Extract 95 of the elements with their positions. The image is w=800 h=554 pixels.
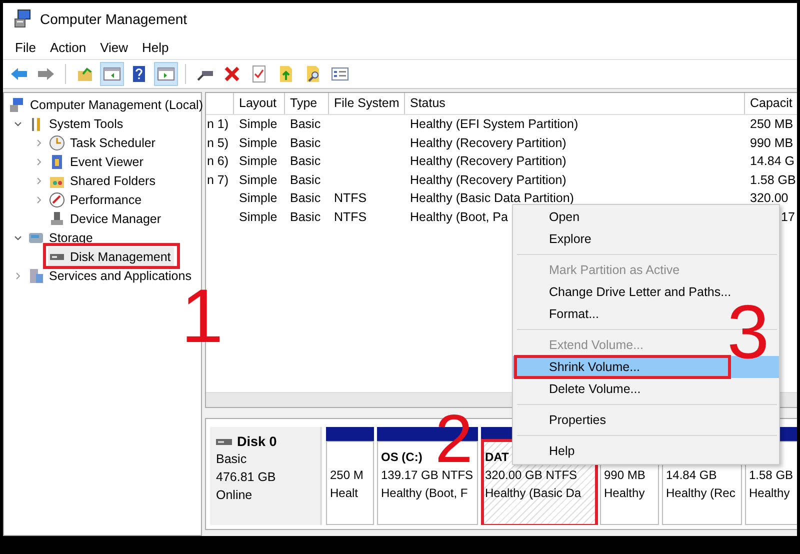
tree-item[interactable]: Storage <box>27 228 96 247</box>
table-cell: 250 MB <box>750 117 794 131</box>
partition-size: 990 MB <box>604 467 646 484</box>
partition-status: Healthy <box>604 485 645 502</box>
partition-size: 250 M <box>330 467 364 484</box>
menu-item[interactable]: Properties <box>513 409 779 431</box>
partition-status: Healthy (Boot, F <box>381 485 468 502</box>
table-cell: Basic <box>290 154 321 168</box>
menu-item[interactable]: Action <box>44 38 94 56</box>
document-search-icon <box>304 65 322 83</box>
toolbar-button[interactable] <box>154 62 178 86</box>
computer-management-icon <box>13 9 33 29</box>
partition-size: 14.84 GB <box>666 467 717 484</box>
table-cell: n 1) <box>207 117 229 131</box>
book-icon <box>49 154 65 170</box>
tree-item[interactable]: Disk Management <box>48 247 174 266</box>
tree-item[interactable]: System Tools <box>27 114 126 133</box>
tree-item[interactable]: Task Scheduler <box>48 133 158 152</box>
table-cell: 17 <box>781 210 795 224</box>
menu-item[interactable]: View <box>94 38 136 56</box>
table-cell: Basic <box>290 191 321 205</box>
partition-status: Healt <box>330 485 358 502</box>
column-header[interactable]: Layout <box>234 93 285 114</box>
table-cell: Simple <box>239 136 278 150</box>
table-cell: 14.84 G <box>750 154 794 168</box>
gauge-icon <box>49 192 65 208</box>
list-icon <box>331 65 349 83</box>
table-cell: n 7) <box>207 172 229 186</box>
pane-icon <box>157 65 175 83</box>
toolbar-button[interactable] <box>100 62 124 86</box>
table-cell: n 6) <box>207 154 229 168</box>
disk-size: 476.81 GB <box>216 469 276 486</box>
partition-status: Healthy (Rec <box>666 485 736 502</box>
column-header[interactable]: Status <box>405 93 745 114</box>
help-icon <box>130 65 148 83</box>
delete-icon <box>223 65 241 83</box>
partition-label: OS (C:) <box>381 449 422 466</box>
tree-item[interactable]: Services and Applications <box>27 266 194 285</box>
table-cell: Simple <box>239 210 278 224</box>
forward-arrow-icon <box>37 65 55 83</box>
table-cell: Simple <box>239 117 278 131</box>
pane-icon <box>103 65 121 83</box>
table-cell: Basic <box>290 136 321 150</box>
server-icon <box>28 268 44 284</box>
partition-size: 320.00 GB NTFS <box>485 467 578 484</box>
tree-item[interactable]: Shared Folders <box>48 171 158 190</box>
table-cell: 1.58 GB <box>750 172 796 186</box>
partition-block[interactable]: 250 M Healt <box>326 441 374 525</box>
tree-item[interactable]: Computer Management (Local) <box>8 95 206 114</box>
table-cell: Healthy (Recovery Partition) <box>410 154 566 168</box>
folder-up-icon <box>76 65 94 83</box>
window-title: Computer Management <box>40 11 188 27</box>
tree-item[interactable]: Performance <box>48 190 145 209</box>
column-header[interactable]: Capacit <box>745 93 797 114</box>
disk-name: Disk 0 <box>237 433 277 450</box>
disk-type: Basic <box>216 451 247 468</box>
menu-item[interactable]: Open <box>513 206 779 228</box>
table-cell: Basic <box>290 172 321 186</box>
table-cell: Basic <box>290 117 321 131</box>
step-number: 1 <box>181 285 224 350</box>
clock-icon <box>49 134 65 150</box>
partition-size: 1.58 GB <box>749 467 794 484</box>
column-header[interactable]: Type <box>285 93 329 114</box>
table-cell: Healthy (Recovery Partition) <box>410 136 566 150</box>
table-cell: NTFS <box>334 191 367 205</box>
table-cell: Healthy (Recovery Partition) <box>410 172 566 186</box>
menu-item[interactable]: Explore <box>513 228 779 250</box>
computer-icon <box>9 96 25 112</box>
back-arrow-icon <box>10 65 28 83</box>
table-cell: Healthy (Boot, Pa <box>410 210 508 224</box>
table-cell: Simple <box>239 172 278 186</box>
disk-status: Online <box>216 487 252 504</box>
menu-item[interactable]: Change Drive Letter and Paths... <box>513 281 779 303</box>
table-cell: NTFS <box>334 210 367 224</box>
menu-item[interactable]: File <box>9 38 44 56</box>
partition-label: DAT <box>485 449 509 466</box>
table-cell: 320.00 <box>750 191 788 205</box>
tree-item[interactable]: Device Manager <box>48 209 164 228</box>
menu-item[interactable]: Delete Volume... <box>513 378 779 400</box>
tree-item[interactable]: Event Viewer <box>48 152 146 171</box>
partition-size: 139.17 GB NTFS <box>381 467 474 484</box>
checklist-icon <box>250 65 268 83</box>
table-cell: 990 MB <box>750 136 794 150</box>
column-header[interactable]: File System <box>329 93 405 114</box>
table-cell: Basic <box>290 210 321 224</box>
table-cell: Healthy (Basic Data Partition) <box>410 191 574 205</box>
table-cell: Simple <box>239 154 278 168</box>
table-cell: Simple <box>239 191 278 205</box>
table-cell: n 5) <box>207 136 229 150</box>
menu-item[interactable]: Help <box>136 38 177 56</box>
device-icon <box>49 210 65 226</box>
partition-status: Healthy (Basic Da <box>485 485 582 502</box>
table-cell: Healthy (EFI System Partition) <box>410 117 578 131</box>
partition-status: Healthy <box>749 485 790 502</box>
disk-card[interactable]: Disk 0 Basic 476.81 GB Online <box>210 427 322 525</box>
